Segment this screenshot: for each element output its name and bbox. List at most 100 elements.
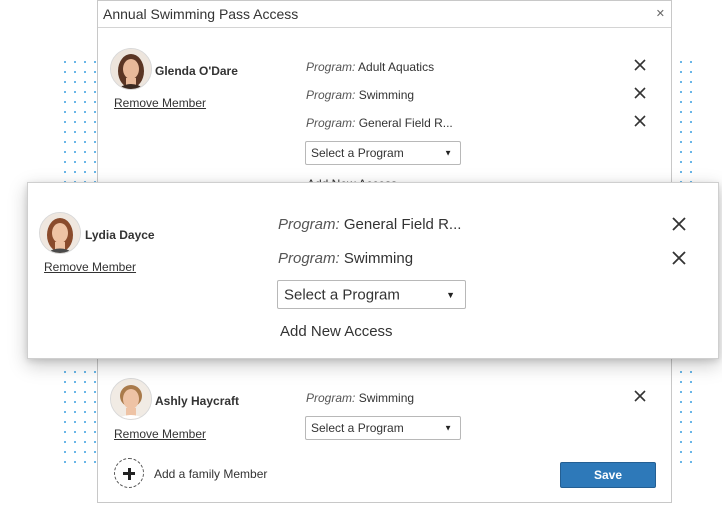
decorative-dot (74, 451, 76, 453)
program-prefix: Program: (306, 391, 356, 405)
decorative-dot (74, 381, 76, 383)
decorative-dot (84, 451, 86, 453)
decorative-dot (84, 391, 86, 393)
decorative-dot (74, 441, 76, 443)
program-select[interactable]: Select a Program ▼ (305, 141, 461, 165)
decorative-dot (690, 141, 692, 143)
decorative-dot (680, 81, 682, 83)
decorative-dot (74, 401, 76, 403)
decorative-dot (94, 171, 96, 173)
decorative-dot (94, 141, 96, 143)
decorative-dot (74, 371, 76, 373)
decorative-dot (64, 171, 66, 173)
decorative-dot (64, 101, 66, 103)
program-prefix: Program: (306, 60, 356, 74)
remove-program-icon[interactable] (633, 86, 647, 100)
decorative-dot (690, 381, 692, 383)
close-icon[interactable]: ✕ (656, 7, 665, 20)
decorative-dot (680, 171, 682, 173)
decorative-dot (74, 101, 76, 103)
save-button[interactable]: Save (560, 462, 656, 488)
decorative-dot-grid-left-bottom (64, 371, 96, 463)
decorative-dot (680, 391, 682, 393)
decorative-dot (94, 381, 96, 383)
decorative-dot (94, 71, 96, 73)
select-label: Select a Program (311, 146, 404, 160)
chevron-down-icon: ▼ (444, 148, 452, 158)
decorative-dot (74, 61, 76, 63)
dialog-title: Annual Swimming Pass Access (103, 6, 299, 22)
decorative-dot (64, 111, 66, 113)
decorative-dot (84, 401, 86, 403)
program-value: General Field R... (358, 116, 453, 130)
decorative-dot (84, 411, 86, 413)
plus-icon (114, 458, 144, 488)
program-select[interactable]: Select a Program ▼ (277, 280, 466, 309)
dialog-header: Annual Swimming Pass Access ✕ (98, 1, 671, 28)
decorative-dot (74, 111, 76, 113)
program-value: Adult Aquatics (358, 60, 435, 74)
decorative-dot (64, 161, 66, 163)
avatar (110, 378, 152, 420)
decorative-dot (84, 381, 86, 383)
decorative-dot (84, 421, 86, 423)
decorative-dot (64, 71, 66, 73)
decorative-dot (84, 441, 86, 443)
decorative-dot (84, 151, 86, 153)
decorative-dot (690, 461, 692, 463)
decorative-dot (680, 101, 682, 103)
decorative-dot (94, 121, 96, 123)
chevron-down-icon: ▼ (444, 423, 452, 433)
decorative-dot (94, 461, 96, 463)
decorative-dot (84, 121, 86, 123)
add-new-access-link[interactable]: Add New Access (280, 323, 393, 340)
decorative-dot (680, 441, 682, 443)
decorative-dot (74, 391, 76, 393)
decorative-dot (64, 61, 66, 63)
decorative-dot (690, 101, 692, 103)
decorative-dot (74, 161, 76, 163)
program-value: Swimming (343, 250, 414, 267)
decorative-dot (680, 131, 682, 133)
decorative-dot (690, 451, 692, 453)
remove-program-icon[interactable] (633, 389, 647, 403)
decorative-dot (680, 461, 682, 463)
decorative-dot (94, 111, 96, 113)
program-prefix: Program: (278, 250, 340, 267)
decorative-dot (94, 101, 96, 103)
remove-program-icon[interactable] (670, 215, 688, 233)
decorative-dot (74, 411, 76, 413)
decorative-dot (94, 161, 96, 163)
remove-member-link[interactable]: Remove Member (114, 427, 206, 441)
decorative-dot (74, 91, 76, 93)
decorative-dot (690, 391, 692, 393)
decorative-dot (64, 371, 66, 373)
program-entry: Program: Adult Aquatics (306, 60, 434, 74)
decorative-dot (64, 421, 66, 423)
decorative-dot (74, 431, 76, 433)
decorative-dot (690, 71, 692, 73)
decorative-dot (64, 431, 66, 433)
program-entry: Program: Swimming (306, 88, 414, 102)
decorative-dot (680, 401, 682, 403)
decorative-dot (64, 401, 66, 403)
chevron-down-icon: ▼ (446, 289, 455, 300)
decorative-dot (74, 461, 76, 463)
decorative-dot (690, 441, 692, 443)
decorative-dot (94, 391, 96, 393)
decorative-dot (680, 141, 682, 143)
decorative-dot (690, 121, 692, 123)
decorative-dot (680, 91, 682, 93)
decorative-dot (680, 371, 682, 373)
remove-member-link[interactable]: Remove Member (114, 96, 206, 110)
decorative-dot (64, 91, 66, 93)
decorative-dot (84, 461, 86, 463)
decorative-dot (680, 431, 682, 433)
add-family-member-label: Add a family Member (154, 467, 268, 481)
remove-program-icon[interactable] (670, 249, 688, 267)
remove-member-link[interactable]: Remove Member (44, 260, 136, 274)
program-select[interactable]: Select a Program ▼ (305, 416, 461, 440)
decorative-dot (84, 431, 86, 433)
remove-program-icon[interactable] (633, 114, 647, 128)
remove-program-icon[interactable] (633, 58, 647, 72)
